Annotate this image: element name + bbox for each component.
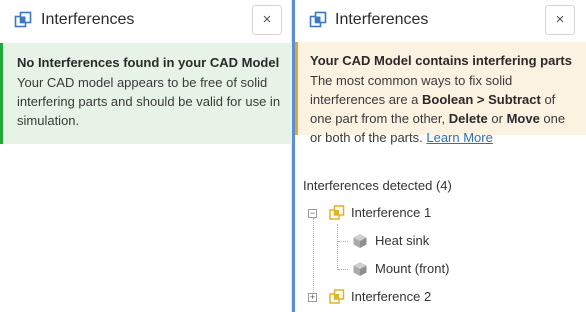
tree-item-heat-sink[interactable]: Heat sink: [292, 230, 586, 252]
tree-item-label: Mount (front): [375, 261, 450, 276]
message-title: Your CAD Model contains interfering part…: [310, 53, 572, 68]
interference-icon: [329, 289, 345, 304]
close-icon: ×: [262, 11, 272, 28]
close-icon: ×: [555, 11, 565, 28]
panel-header: Interferences ×: [0, 0, 291, 40]
warning-message: Your CAD Model contains interfering part…: [295, 42, 586, 145]
collapse-toggle[interactable]: −: [308, 209, 317, 218]
expand-toggle[interactable]: +: [308, 293, 317, 302]
tree-item-interference-2[interactable]: + Interference 2: [292, 286, 586, 308]
interferences-panel-detected: Interferences × Your CAD Model contains …: [292, 0, 586, 312]
message-text: or: [487, 111, 507, 126]
cube-icon: [353, 234, 367, 248]
tree-item-mount-front[interactable]: Mount (front): [292, 258, 586, 280]
interference-icon: [14, 11, 32, 28]
interferences-panel-empty: Interferences × No Interferences found i…: [0, 0, 292, 312]
boolean-subtract-text: Boolean > Subtract: [422, 92, 541, 107]
move-text: Move: [506, 111, 540, 126]
tree-item-label: Interference 2: [351, 289, 432, 304]
interferences-detected-heading: Interferences detected (4): [303, 178, 452, 193]
cube-icon: [353, 262, 367, 276]
learn-more-link[interactable]: Learn More: [426, 130, 492, 145]
interference-icon: [309, 11, 327, 28]
tree-item-label: Heat sink: [375, 233, 430, 248]
delete-text: Delete: [448, 111, 488, 126]
message-body: Your CAD model appears to be free of sol…: [17, 75, 281, 128]
panel-header: Interferences ×: [292, 0, 586, 40]
close-button[interactable]: ×: [252, 5, 282, 35]
message-body: The most common ways to fix solid interf…: [310, 71, 578, 147]
panel-title: Interferences: [335, 11, 429, 28]
tree-item-label: Interference 1: [351, 205, 432, 220]
success-message: No Interferences found in your CAD Model…: [0, 43, 292, 144]
interference-icon: [329, 205, 345, 220]
close-button[interactable]: ×: [545, 5, 575, 35]
panel-title: Interferences: [41, 11, 135, 28]
tree-item-interference-1[interactable]: − Interference 1: [292, 202, 586, 224]
message-title: No Interferences found in your CAD Model: [17, 55, 280, 70]
